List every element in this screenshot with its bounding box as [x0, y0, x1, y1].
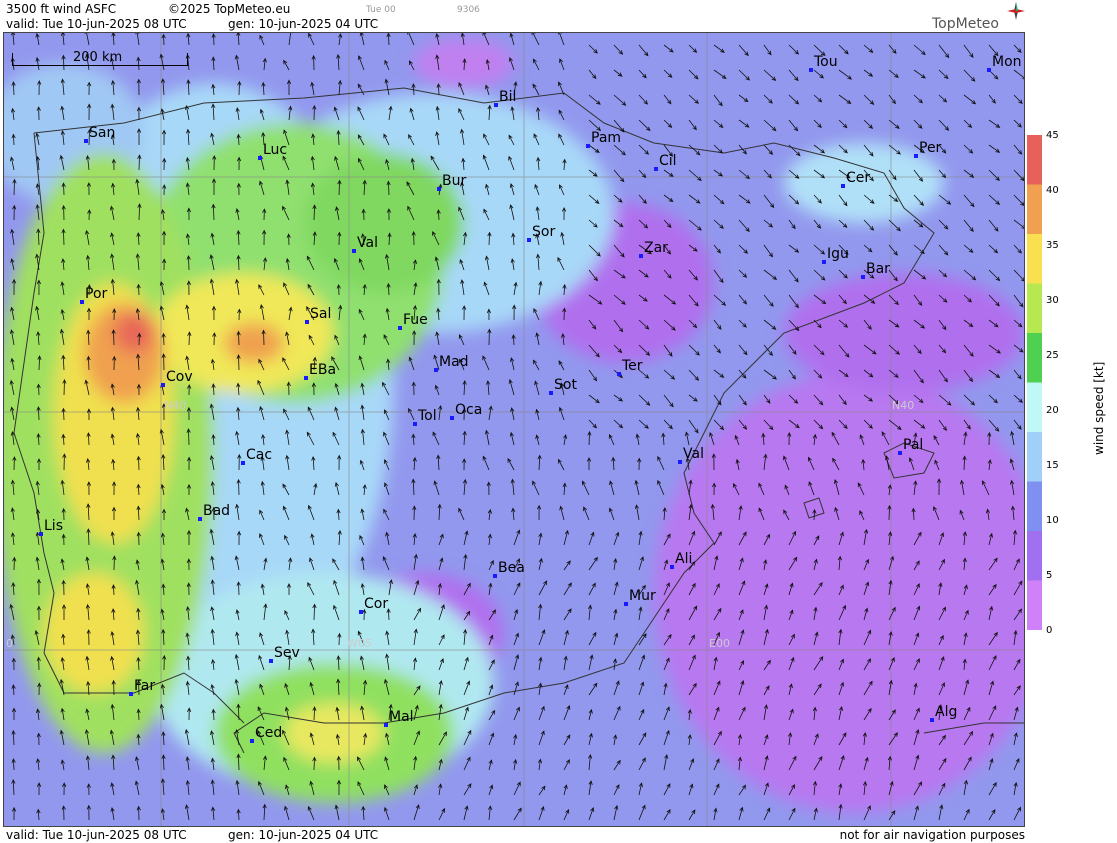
- city-marker-icon: [861, 275, 865, 279]
- wind-field-layer: [4, 33, 1024, 826]
- grid-label-n40: N40: [164, 399, 187, 412]
- city-marker-icon: [670, 565, 674, 569]
- legend-color-band: [1027, 531, 1042, 581]
- city-marker-icon: [352, 249, 356, 253]
- legend-tick: 0: [1046, 625, 1053, 636]
- city-marker-icon: [494, 103, 498, 107]
- legend-tick: 40: [1046, 185, 1059, 196]
- city-marker-icon: [930, 718, 934, 722]
- city-marker-icon: [678, 460, 682, 464]
- city-marker-icon: [198, 517, 202, 521]
- legend-color-band: [1027, 481, 1042, 532]
- logo-text: TopMeteo: [932, 16, 999, 32]
- compass-icon: [1007, 2, 1025, 20]
- legend-title: wind speed [kt]: [1092, 361, 1106, 455]
- city-marker-icon: [822, 260, 826, 264]
- city-marker-icon: [450, 416, 454, 420]
- legend-color-band: [1027, 432, 1042, 482]
- city-marker-icon: [305, 320, 309, 324]
- city-marker-icon: [914, 154, 918, 158]
- city-marker-icon: [304, 376, 308, 380]
- city-marker-icon: [250, 739, 254, 743]
- city-marker-icon: [129, 692, 133, 696]
- city-marker-icon: [384, 723, 388, 727]
- city-marker-icon: [269, 659, 273, 663]
- legend-tick: 35: [1046, 240, 1059, 251]
- city-marker-icon: [398, 326, 402, 330]
- city-marker-icon: [258, 156, 262, 160]
- legend-color-band: [1027, 333, 1042, 383]
- disclaimer: not for air navigation purposes: [839, 828, 1025, 842]
- city-marker-icon: [654, 167, 658, 171]
- legend-tick: 15: [1046, 460, 1059, 471]
- grid-label-n40-east: N40: [892, 399, 915, 412]
- legend-color-band: [1027, 234, 1042, 284]
- city-marker-icon: [586, 144, 590, 148]
- city-marker-icon: [841, 184, 845, 188]
- city-marker-icon: [161, 383, 165, 387]
- legend-tick: 20: [1046, 405, 1059, 416]
- city-marker-icon: [809, 68, 813, 72]
- legend-color-band: [1027, 184, 1042, 235]
- legend-tick: 45: [1046, 130, 1059, 141]
- city-marker-icon: [624, 602, 628, 606]
- legend-color-band: [1027, 382, 1042, 433]
- city-marker-icon: [84, 139, 88, 143]
- city-marker-icon: [241, 461, 245, 465]
- legend-tick: 25: [1046, 350, 1059, 361]
- city-marker-icon: [80, 300, 84, 304]
- grid-label-w05: W05: [347, 637, 372, 650]
- wind-speed-legend: [1027, 135, 1042, 630]
- city-marker-icon: [549, 391, 553, 395]
- city-marker-icon: [527, 238, 531, 242]
- footer-generated-time: gen: 10-jun-2025 04 UTC: [228, 828, 379, 842]
- city-marker-icon: [639, 254, 643, 258]
- city-marker-icon: [39, 532, 43, 536]
- scale-bar: 200 km: [12, 50, 188, 66]
- topmeteo-logo: TopMeteo: [932, 2, 1025, 32]
- city-marker-icon: [898, 451, 902, 455]
- legend-color-band: [1027, 580, 1042, 630]
- grid-label-e00: E00: [709, 637, 730, 650]
- legend-color-band: [1027, 135, 1042, 185]
- code-label: 9306: [457, 5, 480, 15]
- city-marker-icon: [493, 574, 497, 578]
- grid-label-edge: 0: [6, 637, 13, 650]
- copyright: ©2025 TopMeteo.eu: [168, 2, 291, 16]
- city-marker-icon: [617, 372, 621, 376]
- wind-map[interactable]: 200 km N40 N40 W05 E00 0 San Luc Bil Pam…: [3, 32, 1025, 827]
- legend-tick: 30: [1046, 295, 1059, 306]
- generated-time: gen: 10-jun-2025 04 UTC: [228, 17, 379, 31]
- valid-time: valid: Tue 10-jun-2025 08 UTC: [6, 17, 187, 31]
- product-title: 3500 ft wind ASFC: [6, 2, 117, 16]
- footer-valid-time: valid: Tue 10-jun-2025 08 UTC: [6, 828, 187, 842]
- tab-label: Tue 00: [366, 5, 396, 15]
- city-marker-icon: [359, 610, 363, 614]
- legend-tick: 5: [1046, 570, 1053, 581]
- city-marker-icon: [413, 422, 417, 426]
- scale-bar-label: 200 km: [73, 50, 123, 65]
- city-marker-icon: [987, 68, 991, 72]
- legend-tick: 10: [1046, 515, 1059, 526]
- legend-color-band: [1027, 283, 1042, 334]
- city-marker-icon: [437, 187, 441, 191]
- city-marker-icon: [434, 368, 438, 372]
